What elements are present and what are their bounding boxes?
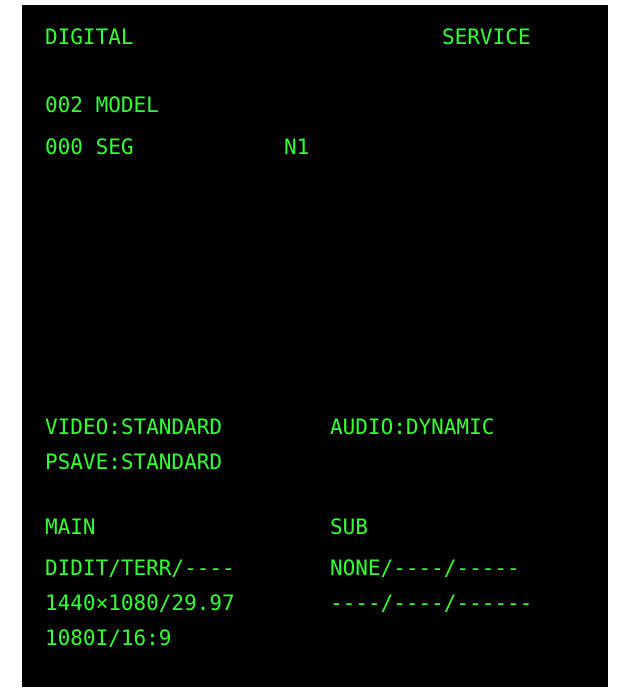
- header-left-label: DIGITAL: [45, 25, 134, 49]
- header-right-label: SERVICE: [442, 25, 531, 49]
- main-label: MAIN: [45, 515, 96, 539]
- service-menu-screen: DIGITAL SERVICE 002 MODEL 000 SEG N1 VID…: [22, 5, 608, 687]
- audio-mode: AUDIO:DYNAMIC: [330, 415, 495, 439]
- seg-line: 000 SEG: [45, 135, 134, 159]
- sub-source: NONE/----/-----: [330, 556, 520, 580]
- main-format: 1080I/16:9: [45, 626, 172, 650]
- sub-label: SUB: [330, 515, 368, 539]
- model-line: 002 MODEL: [45, 93, 159, 117]
- main-resolution: 1440×1080/29.97: [45, 591, 235, 615]
- main-source: DIDIT/TERR/----: [45, 556, 235, 580]
- sub-resolution: ----/----/------: [330, 591, 533, 615]
- video-mode: VIDEO:STANDARD: [45, 415, 223, 439]
- seg-value: N1: [284, 135, 310, 159]
- psave-mode: PSAVE:STANDARD: [45, 450, 223, 474]
